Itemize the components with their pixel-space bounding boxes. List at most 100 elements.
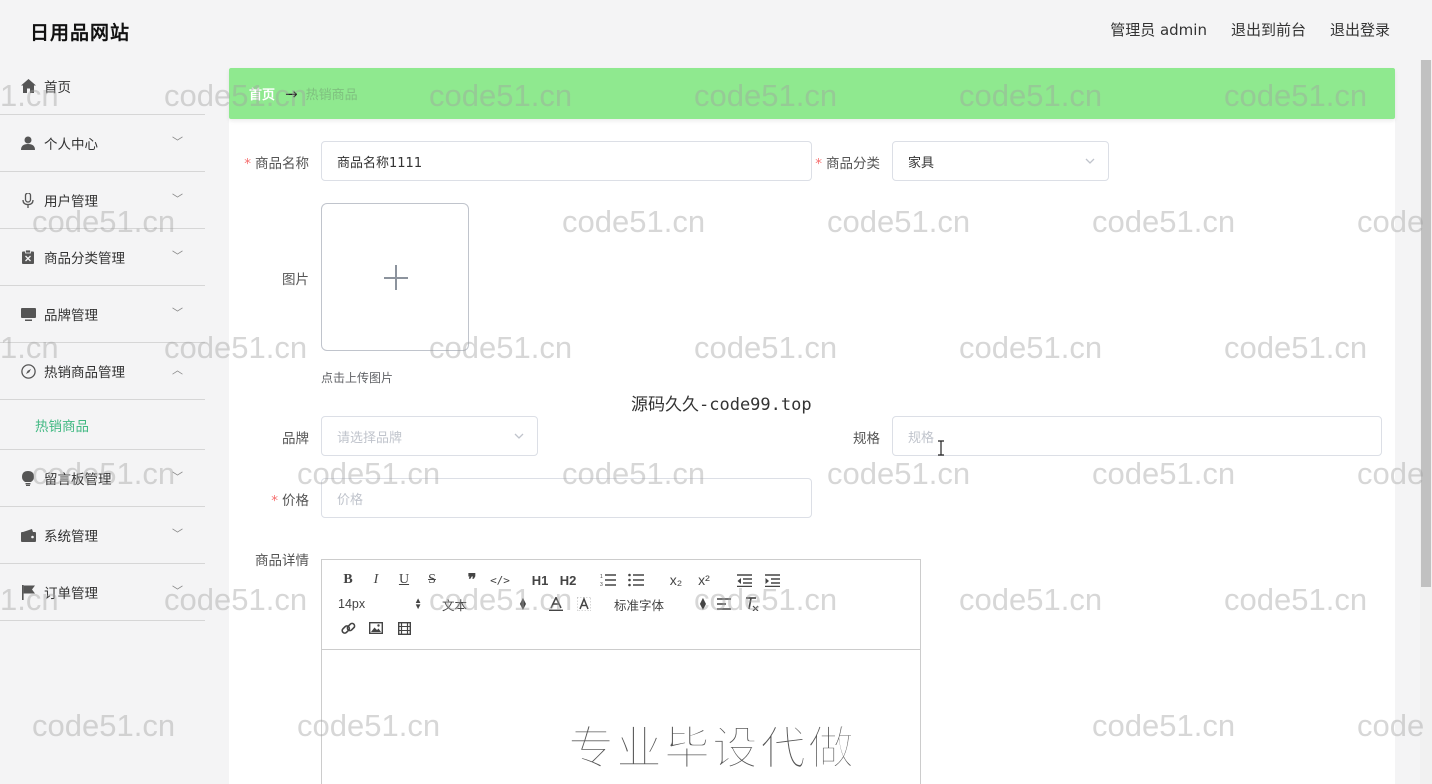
- svg-text:3: 3: [600, 582, 603, 587]
- underline-button[interactable]: U: [390, 568, 418, 592]
- sidebar-item-label: 订单管理: [44, 586, 98, 602]
- superscript-button[interactable]: x²: [690, 568, 718, 592]
- logout-link[interactable]: 退出登录: [1330, 19, 1390, 40]
- brand-label: 品牌: [282, 431, 309, 447]
- goods-name-label: * 商品名称: [244, 156, 309, 172]
- sidebar-item-category[interactable]: 商品分类管理 ﹀: [0, 229, 205, 286]
- home-icon: [20, 78, 36, 94]
- goods-category-value: 家具: [908, 155, 935, 171]
- sidebar-item-message-board[interactable]: 留言板管理 ﹀: [0, 450, 205, 507]
- updown-icon: ▲ ▼: [699, 596, 706, 611]
- video-icon[interactable]: [390, 616, 418, 640]
- chevron-down-icon: ﹀: [172, 306, 183, 320]
- sidebar-subitem-hot-goods[interactable]: 热销商品: [0, 400, 205, 450]
- sidebar-item-label: 品牌管理: [44, 308, 98, 324]
- strike-button[interactable]: S: [418, 568, 446, 592]
- compass-icon: [20, 363, 36, 379]
- monitor-icon: [20, 306, 36, 322]
- main-content: 首页 → 热销商品 * 商品名称 商品名称1111 * 商品分类 家具 图片 点击上…: [229, 68, 1395, 784]
- watermark-big: 专业毕设代做: [568, 721, 856, 776]
- microphone-icon: [20, 192, 36, 208]
- header-1-button[interactable]: H1: [526, 568, 554, 592]
- page-scrollbar[interactable]: [1420, 60, 1432, 784]
- chevron-up-icon: ︿: [172, 363, 183, 377]
- ordered-list-icon[interactable]: 13: [594, 568, 622, 592]
- clear-format-icon[interactable]: [738, 592, 766, 616]
- price-label: * 价格: [271, 493, 309, 509]
- spec-label: 规格: [853, 431, 880, 447]
- goods-category-select[interactable]: 家具: [892, 141, 1109, 181]
- image-icon[interactable]: [362, 616, 390, 640]
- goods-category-label: * 商品分类: [815, 156, 880, 172]
- sidebar-item-orders[interactable]: 订单管理 ﹀: [0, 564, 205, 621]
- brand-placeholder: 请选择品牌: [337, 430, 403, 446]
- image-label: 图片: [282, 272, 309, 288]
- background-color-icon[interactable]: [570, 592, 598, 616]
- upload-tip: 点击上传图片: [321, 371, 394, 385]
- sidebar-item-system[interactable]: 系统管理 ﹀: [0, 507, 205, 564]
- sidebar-item-label: 留言板管理: [44, 472, 112, 488]
- spec-input[interactable]: 规格: [892, 416, 1382, 456]
- font-size-select[interactable]: 14px ▲ ▼: [334, 592, 426, 616]
- bullet-list-icon[interactable]: [622, 568, 650, 592]
- chevron-down-icon: ﹀: [172, 527, 183, 541]
- breadcrumb-current: 热销商品: [305, 88, 358, 103]
- align-icon[interactable]: [710, 592, 738, 616]
- outdent-icon[interactable]: [730, 568, 758, 592]
- chevron-down-icon: ﹀: [172, 470, 183, 484]
- bulb-icon: [20, 470, 36, 486]
- link-icon[interactable]: [334, 616, 362, 640]
- editor-toolbar: B I U S ❞ </> H1 H2 13 x₂ x² 14px ▲ ▼ 文本…: [322, 560, 920, 650]
- chevron-down-icon: [1084, 155, 1096, 167]
- subscript-button[interactable]: x₂: [662, 568, 690, 592]
- detail-label: 商品详情: [255, 553, 309, 569]
- chevron-down-icon: [513, 430, 525, 442]
- font-color-icon[interactable]: [542, 592, 570, 616]
- sidebar-item-label: 热销商品管理: [44, 365, 125, 381]
- watermark-center: 源码久久-code99.top: [631, 395, 812, 415]
- sidebar-item-label: 首页: [44, 80, 71, 96]
- brand-select[interactable]: 请选择品牌: [321, 416, 538, 456]
- sidebar-item-label: 系统管理: [44, 529, 98, 545]
- top-header: 日用品网站 管理员 admin 退出到前台 退出登录: [0, 0, 1432, 60]
- svg-text:1: 1: [600, 574, 603, 580]
- quote-button[interactable]: ❞: [458, 568, 486, 592]
- sidebar-item-home[interactable]: 首页: [0, 58, 205, 115]
- sidebar-item-brand[interactable]: 品牌管理 ﹀: [0, 286, 205, 343]
- admin-label: 管理员 admin: [1110, 21, 1207, 39]
- image-upload-box[interactable]: [321, 203, 469, 351]
- scrollbar-thumb[interactable]: [1421, 60, 1431, 587]
- flag-icon: [20, 584, 36, 600]
- price-input[interactable]: 价格: [321, 478, 812, 518]
- breadcrumb-home[interactable]: 首页: [249, 84, 275, 103]
- chevron-down-icon: ﹀: [172, 249, 183, 263]
- sidebar-item-label: 用户管理: [44, 194, 98, 210]
- header-links: 管理员 admin 退出到前台 退出登录: [1110, 19, 1390, 40]
- font-family-select[interactable]: 标准字体 ▲ ▼: [610, 592, 710, 616]
- italic-button[interactable]: I: [362, 568, 390, 592]
- header-2-button[interactable]: H2: [554, 568, 582, 592]
- exit-to-front-link[interactable]: 退出到前台: [1231, 19, 1306, 40]
- updown-icon: ▲ ▼: [519, 596, 526, 611]
- wallet-icon: [20, 527, 36, 543]
- bold-button[interactable]: B: [334, 568, 362, 592]
- sidebar-item-label: 商品分类管理: [44, 251, 125, 267]
- clipboard-icon: [20, 249, 36, 265]
- goods-name-input[interactable]: 商品名称1111: [321, 141, 812, 181]
- code-block-button[interactable]: </>: [486, 568, 514, 592]
- chevron-down-icon: ﹀: [172, 584, 183, 598]
- indent-icon[interactable]: [758, 568, 786, 592]
- site-brand: 日用品网站: [30, 22, 131, 44]
- required-mark: *: [815, 156, 822, 172]
- sidebar-item-profile[interactable]: 个人中心 ﹀: [0, 115, 205, 172]
- header-select[interactable]: 文本 ▲ ▼: [438, 592, 530, 616]
- chevron-down-icon: ﹀: [172, 192, 183, 206]
- user-icon: [20, 135, 36, 151]
- text-cursor-icon: [938, 440, 944, 456]
- sidebar-item-users[interactable]: 用户管理 ﹀: [0, 172, 205, 229]
- breadcrumb-arrow: →: [285, 84, 298, 103]
- required-mark: *: [244, 156, 251, 172]
- updown-icon: ▲ ▼: [414, 596, 422, 611]
- sidebar-item-hot-goods[interactable]: 热销商品管理 ︿: [0, 343, 205, 400]
- breadcrumb: 首页 → 热销商品: [229, 68, 1395, 119]
